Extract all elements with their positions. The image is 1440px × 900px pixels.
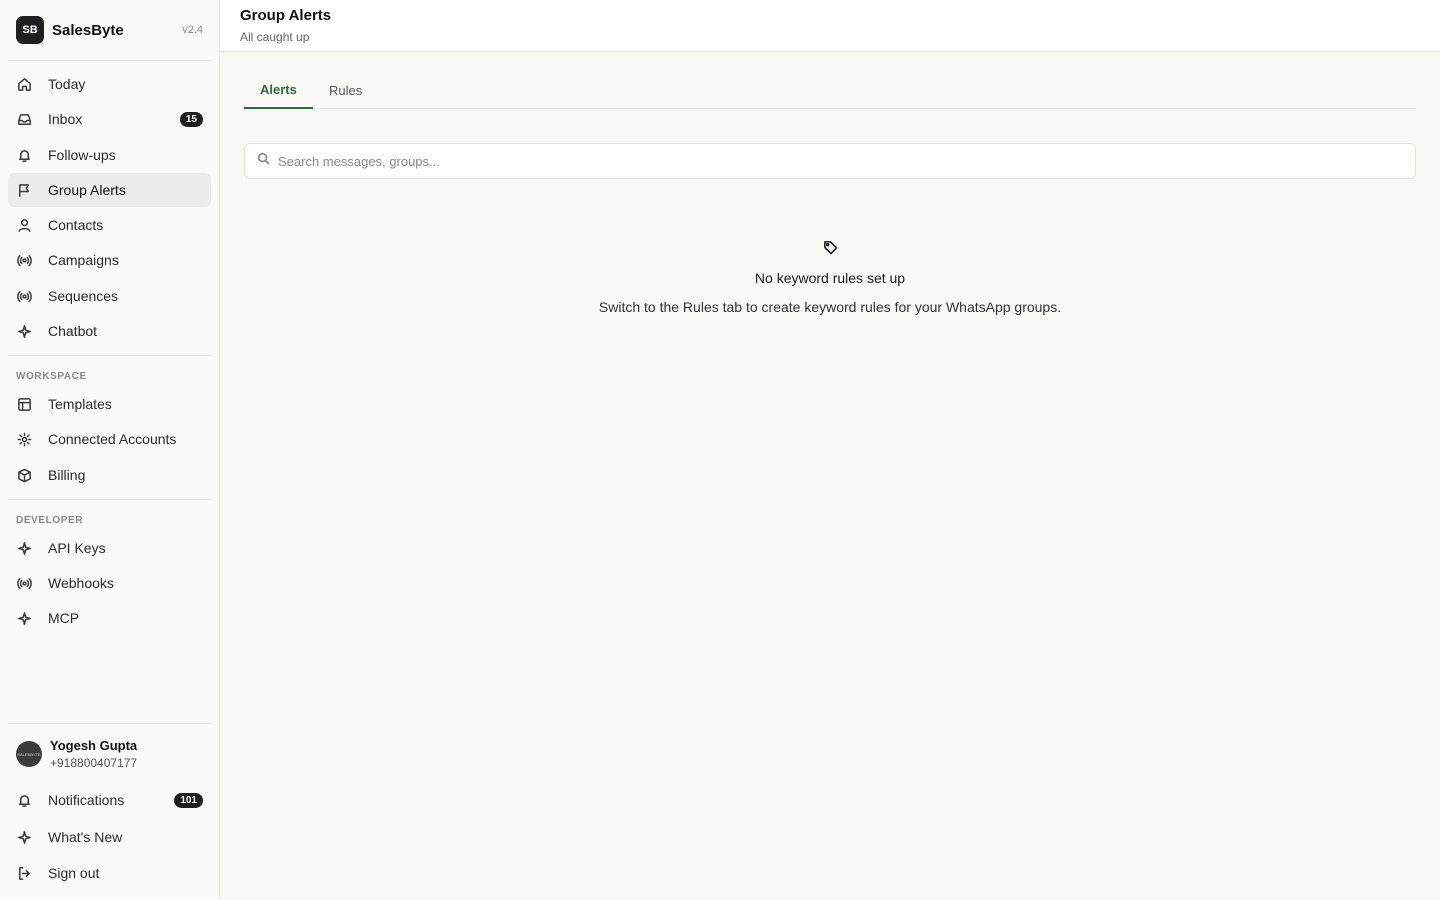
bell-icon <box>16 792 32 808</box>
sidebar-item-label: Sequences <box>48 288 119 304</box>
search-box[interactable] <box>244 143 1416 179</box>
sidebar-item-label: Today <box>48 76 86 92</box>
sidebar-item-webhooks[interactable]: Webhooks <box>8 566 211 600</box>
sidebar-item-notifications[interactable]: Notifications 101 <box>8 783 211 817</box>
divider <box>8 499 211 500</box>
sidebar-item-label: Group Alerts <box>48 182 126 198</box>
inbox-count-badge: 15 <box>179 111 203 127</box>
inbox-icon <box>16 111 32 127</box>
sidebar-item-group-alerts[interactable]: Group Alerts <box>8 173 211 207</box>
divider <box>8 355 211 356</box>
section-label-workspace: WORKSPACE <box>16 371 87 382</box>
section-label-developer: DEVELOPER <box>16 515 84 526</box>
empty-state-title: No keyword rules set up <box>754 270 906 286</box>
sidebar-item-label: Contacts <box>48 217 104 233</box>
user-phone: +918800407177 <box>50 756 138 770</box>
sidebar-item-contacts[interactable]: Contacts <box>8 208 211 242</box>
sidebar-item-whats-new[interactable]: What's New <box>8 820 211 854</box>
tag-icon <box>220 240 1440 260</box>
sidebar-item-label: Billing <box>48 467 86 483</box>
page-subtitle: All caught up <box>240 30 310 44</box>
sidebar-item-campaigns[interactable]: Campaigns <box>8 243 211 277</box>
sidebar-item-api-keys[interactable]: API Keys <box>8 531 211 565</box>
sidebar-item-label: Templates <box>48 396 112 412</box>
sidebar-item-label: What's New <box>48 829 123 845</box>
user-icon <box>16 217 32 233</box>
notifications-count-badge: 101 <box>174 792 203 808</box>
bell-icon <box>16 147 32 163</box>
flag-icon <box>16 182 32 198</box>
sparkle-icon <box>16 610 32 626</box>
user-profile[interactable]: SALESBYTE Yogesh Gupta +918800407177 <box>16 736 211 772</box>
user-name: Yogesh Gupta <box>50 738 138 753</box>
sparkle-icon <box>16 829 32 845</box>
search-icon <box>257 152 270 170</box>
sidebar-item-label: Inbox <box>48 111 83 127</box>
brand-logo: SB <box>16 16 44 44</box>
sidebar-item-templates[interactable]: Templates <box>8 387 211 421</box>
sidebar-item-mcp[interactable]: MCP <box>8 601 211 635</box>
tab-alerts[interactable]: Alerts <box>244 72 313 109</box>
page-header: Group Alerts All caught up <box>220 0 1440 52</box>
sidebar: SB SalesByte v2.4 Today Inbox 15 Follow-… <box>0 0 220 900</box>
layout-icon <box>16 396 32 412</box>
sparkle-icon <box>16 323 32 339</box>
sidebar-item-label: Campaigns <box>48 252 119 268</box>
sidebar-item-label: Notifications <box>48 792 125 808</box>
brand-name: SalesByte <box>52 21 124 39</box>
gear-icon <box>16 431 32 447</box>
divider <box>8 723 211 724</box>
tab-rules[interactable]: Rules <box>313 72 378 109</box>
divider <box>8 60 211 61</box>
app-version: v2.4 <box>182 24 203 36</box>
tab-bar: Alerts Rules <box>244 72 1416 109</box>
sign-out-button[interactable]: Sign out <box>8 856 211 890</box>
broadcast-icon <box>16 252 32 268</box>
sidebar-item-label: Webhooks <box>48 575 114 591</box>
sidebar-item-label: Connected Accounts <box>48 431 177 447</box>
empty-state-description: Switch to the Rules tab to create keywor… <box>598 299 1062 315</box>
page-title: Group Alerts <box>240 7 332 24</box>
search-input[interactable] <box>278 153 1378 169</box>
sidebar-item-label: Follow-ups <box>48 147 116 163</box>
sidebar-item-label: Chatbot <box>48 323 98 339</box>
sidebar-item-connected-accounts[interactable]: Connected Accounts <box>8 422 211 456</box>
sidebar-item-inbox[interactable]: Inbox 15 <box>8 102 211 136</box>
sidebar-item-label: API Keys <box>48 540 106 556</box>
sidebar-item-chatbot[interactable]: Chatbot <box>8 314 211 348</box>
logout-icon <box>16 865 32 881</box>
avatar: SALESBYTE <box>16 741 42 767</box>
sidebar-item-sequences[interactable]: Sequences <box>8 279 211 313</box>
sidebar-item-billing[interactable]: Billing <box>8 458 211 492</box>
sidebar-item-follow-ups[interactable]: Follow-ups <box>8 138 211 172</box>
brand[interactable]: SB SalesByte v2.4 <box>16 16 203 44</box>
sidebar-item-label: MCP <box>48 610 80 626</box>
broadcast-icon <box>16 575 32 591</box>
empty-state: No keyword rules set up Switch to the Ru… <box>220 240 1440 315</box>
broadcast-icon <box>16 288 32 304</box>
box-icon <box>16 467 32 483</box>
home-icon <box>16 76 32 92</box>
sidebar-item-today[interactable]: Today <box>8 67 211 101</box>
sparkle-icon <box>16 540 32 556</box>
sidebar-item-label: Sign out <box>48 865 100 881</box>
